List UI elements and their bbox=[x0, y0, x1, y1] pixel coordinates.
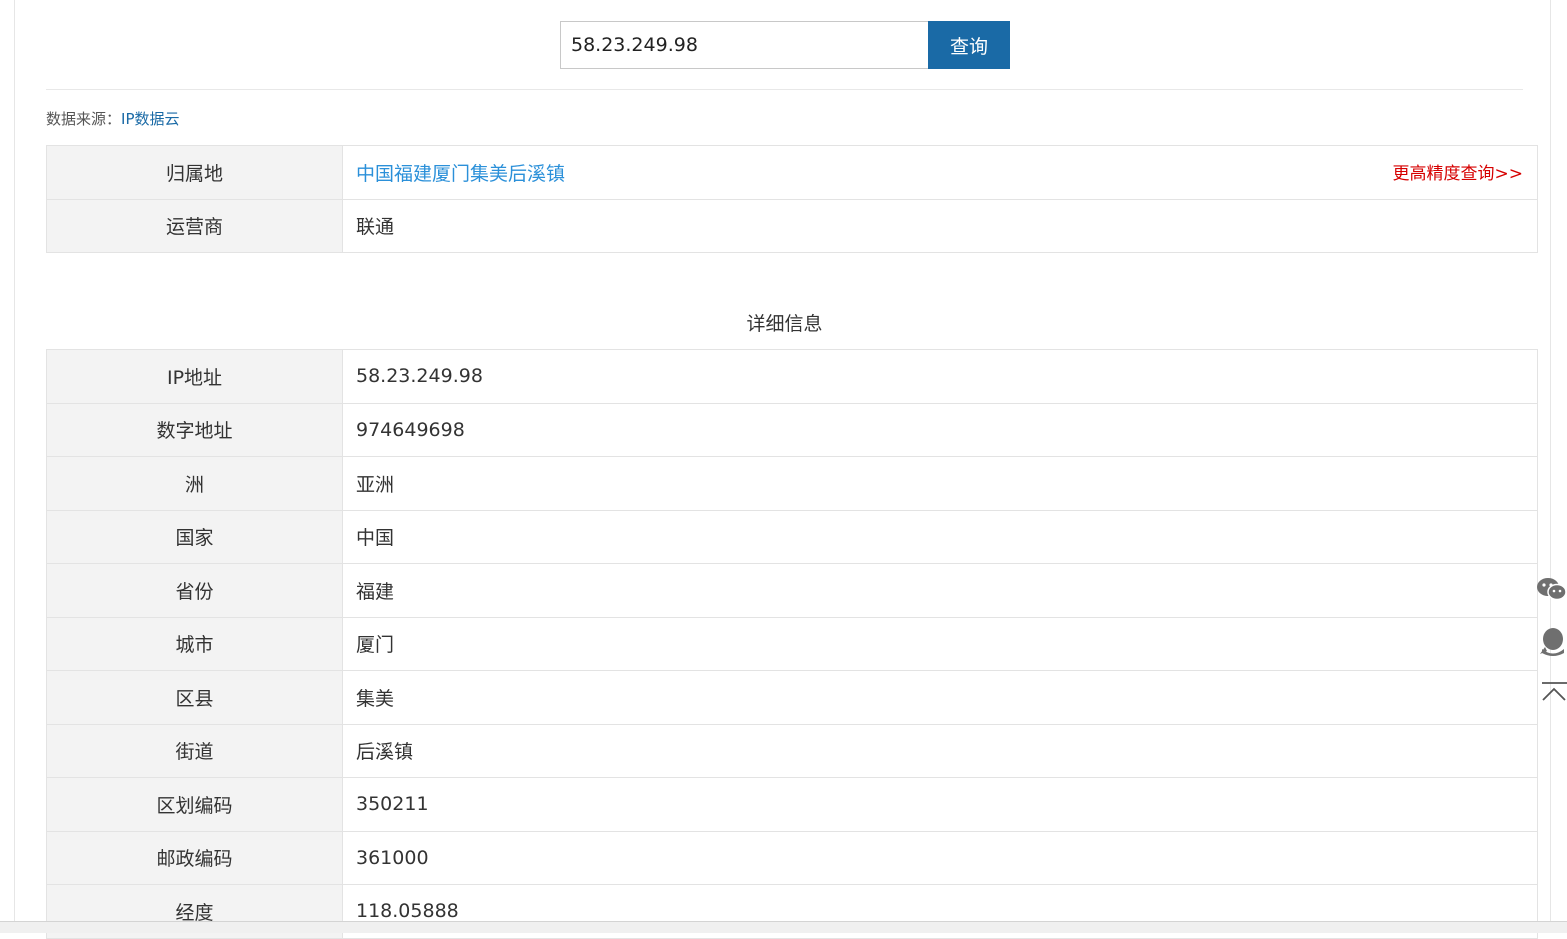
wechat-icon[interactable] bbox=[1536, 572, 1567, 606]
window-bottom-edge bbox=[0, 921, 1567, 933]
table-row: 城市 厦门 bbox=[46, 616, 1538, 671]
floating-side-toolbar bbox=[1536, 572, 1567, 731]
back-to-top-icon[interactable] bbox=[1536, 678, 1567, 712]
row-label: 国家 bbox=[46, 509, 343, 564]
search-button[interactable]: 查询 bbox=[928, 21, 1010, 69]
row-label: 数字地址 bbox=[46, 402, 343, 457]
summary-table: 归属地 中国福建厦门集美后溪镇 更高精度查询>> 运营商 联通 bbox=[46, 145, 1538, 253]
row-label: 城市 bbox=[46, 616, 343, 671]
location-cell: 中国福建厦门集美后溪镇 更高精度查询>> bbox=[342, 145, 1538, 200]
location-link[interactable]: 中国福建厦门集美后溪镇 bbox=[356, 163, 565, 185]
row-value: 974649698 bbox=[342, 402, 1538, 457]
table-row: 数字地址 974649698 bbox=[46, 402, 1538, 457]
page-left-border bbox=[14, 0, 15, 932]
data-source: 数据来源：IP数据云 bbox=[46, 108, 180, 129]
row-label: 街道 bbox=[46, 723, 343, 778]
row-value: 350211 bbox=[342, 777, 1538, 832]
data-source-label: 数据来源： bbox=[46, 110, 122, 128]
search-bar: 查询 bbox=[560, 21, 1010, 69]
details-table: IP地址 58.23.249.98 数字地址 974649698 洲亚洲 国家 中国 … bbox=[46, 349, 1538, 939]
row-label: IP地址 bbox=[46, 349, 343, 404]
table-row: 归属地 中国福建厦门集美后溪镇 更高精度查询>> bbox=[46, 145, 1538, 200]
isp-label: 运营商 bbox=[46, 198, 343, 253]
row-value: 中国 bbox=[342, 509, 1538, 564]
row-value: 58.23.249.98 bbox=[342, 349, 1538, 404]
row-value: 厦门 bbox=[342, 616, 1538, 671]
high-precision-query-link[interactable]: 更高精度查询>> bbox=[1393, 159, 1524, 184]
table-row: IP地址 58.23.249.98 bbox=[46, 349, 1538, 404]
table-row: 洲亚洲 bbox=[46, 456, 1538, 511]
row-value: 亚洲 bbox=[342, 456, 1538, 511]
row-value: 集美 bbox=[342, 670, 1538, 725]
location-label: 归属地 bbox=[46, 145, 343, 200]
row-label: 区县 bbox=[46, 670, 343, 725]
ip-search-input[interactable] bbox=[560, 21, 928, 69]
table-row: 街道 后溪镇 bbox=[46, 723, 1538, 778]
table-row: 国家 中国 bbox=[46, 509, 1538, 564]
isp-value: 联通 bbox=[342, 198, 1538, 253]
qq-icon[interactable] bbox=[1536, 625, 1567, 659]
row-label: 邮政编码 bbox=[46, 830, 343, 885]
row-value: 后溪镇 bbox=[342, 723, 1538, 778]
row-value: 361000 bbox=[342, 830, 1538, 885]
row-label: 区划编码 bbox=[46, 777, 343, 832]
table-row: 运营商 联通 bbox=[46, 198, 1538, 253]
table-row: 邮政编码 361000 bbox=[46, 830, 1538, 885]
data-source-link[interactable]: IP数据云 bbox=[121, 110, 179, 128]
details-title: 详细信息 bbox=[746, 313, 823, 335]
table-row: 区县 集美 bbox=[46, 670, 1538, 725]
row-label: 洲 bbox=[46, 456, 343, 511]
table-row: 区划编码 350211 bbox=[46, 777, 1538, 832]
row-label: 省份 bbox=[46, 563, 343, 618]
divider bbox=[46, 89, 1523, 90]
table-row: 省份 福建 bbox=[46, 563, 1538, 618]
row-value: 福建 bbox=[342, 563, 1538, 618]
page-right-border bbox=[1550, 0, 1551, 932]
